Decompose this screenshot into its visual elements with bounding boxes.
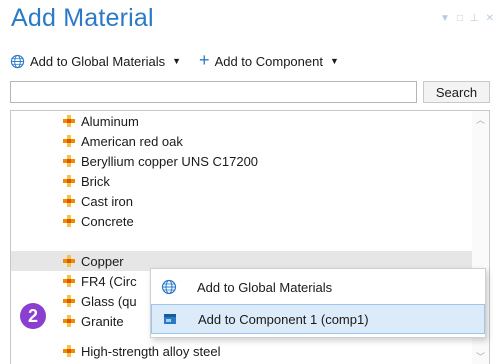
list-item-label: FR4 (Circ (81, 273, 137, 289)
menu-item-add-to-global-materials[interactable]: Add to Global Materials (151, 272, 485, 302)
chevron-down-icon: ▼ (329, 56, 339, 66)
list-item-label: Glass (qu (81, 293, 137, 309)
page-title: Add Material (11, 4, 154, 32)
material-icon (63, 295, 75, 307)
list-item-label: American red oak (81, 133, 183, 149)
globe-icon (151, 279, 187, 295)
dropdown-arrow-icon[interactable]: ▼ (440, 14, 450, 24)
list-item-label: High-strength alloy steel (81, 343, 221, 359)
globe-icon (10, 54, 25, 68)
list-item-label: Brick (81, 173, 110, 189)
scroll-up-icon[interactable]: ︿ (476, 113, 485, 126)
step-badge: 2 (20, 303, 46, 329)
scroll-down-icon[interactable]: ﹀ (476, 350, 485, 363)
plus-icon: + (199, 50, 210, 70)
material-icon (63, 275, 75, 287)
list-item-label: Granite (81, 313, 124, 329)
material-icon (63, 115, 75, 127)
add-to-component-button[interactable]: + Add to Component ▼ (199, 50, 339, 70)
component-icon (152, 311, 188, 327)
material-icon (63, 155, 75, 167)
menu-item-add-to-component[interactable]: Add to Component 1 (comp1) (151, 304, 485, 334)
list-item[interactable]: American red oak (11, 131, 473, 151)
close-icon[interactable]: ✕ (486, 14, 494, 24)
material-icon (63, 255, 75, 267)
add-to-global-materials-label: Add to Global Materials (30, 53, 166, 69)
menu-item-label: Add to Global Materials (197, 279, 333, 295)
material-icon (63, 135, 75, 147)
list-item-label: Copper (81, 253, 124, 269)
pin-icon[interactable]: ⊥ (470, 14, 479, 24)
list-item-label: Beryllium copper UNS C17200 (81, 153, 259, 169)
menu-item-label: Add to Component 1 (comp1) (198, 311, 369, 327)
toolbar: Add to Global Materials ▼ + Add to Compo… (10, 50, 339, 72)
list-item[interactable]: Beryllium copper UNS C17200 (11, 151, 473, 171)
window-controls: ▼ □ ⊥ ✕ (440, 14, 494, 24)
search-input[interactable] (10, 81, 417, 103)
material-icon (63, 195, 75, 207)
list-item[interactable]: Concrete (11, 211, 473, 231)
search-button[interactable]: Search (423, 81, 490, 103)
list-item[interactable]: High-strength alloy steel (11, 341, 473, 361)
material-icon (63, 215, 75, 227)
context-menu: Add to Global Materials Add to Component… (150, 268, 486, 338)
list-item[interactable]: Aluminum (11, 111, 473, 131)
list-item[interactable]: Cast iron (11, 191, 473, 211)
list-item-label: Cast iron (81, 193, 134, 209)
chevron-down-icon: ▼ (172, 56, 182, 66)
material-icon (63, 345, 75, 357)
list-item[interactable]: Brick (11, 171, 473, 191)
maximize-icon[interactable]: □ (457, 14, 463, 24)
list-item-label: Concrete (81, 213, 134, 229)
add-to-component-label: Add to Component (214, 53, 323, 69)
material-icon (63, 175, 75, 187)
list-item-label: Aluminum (81, 113, 139, 129)
add-to-global-materials-button[interactable]: Add to Global Materials ▼ (10, 54, 181, 69)
search-row: Search (10, 81, 490, 103)
material-icon (63, 315, 75, 327)
